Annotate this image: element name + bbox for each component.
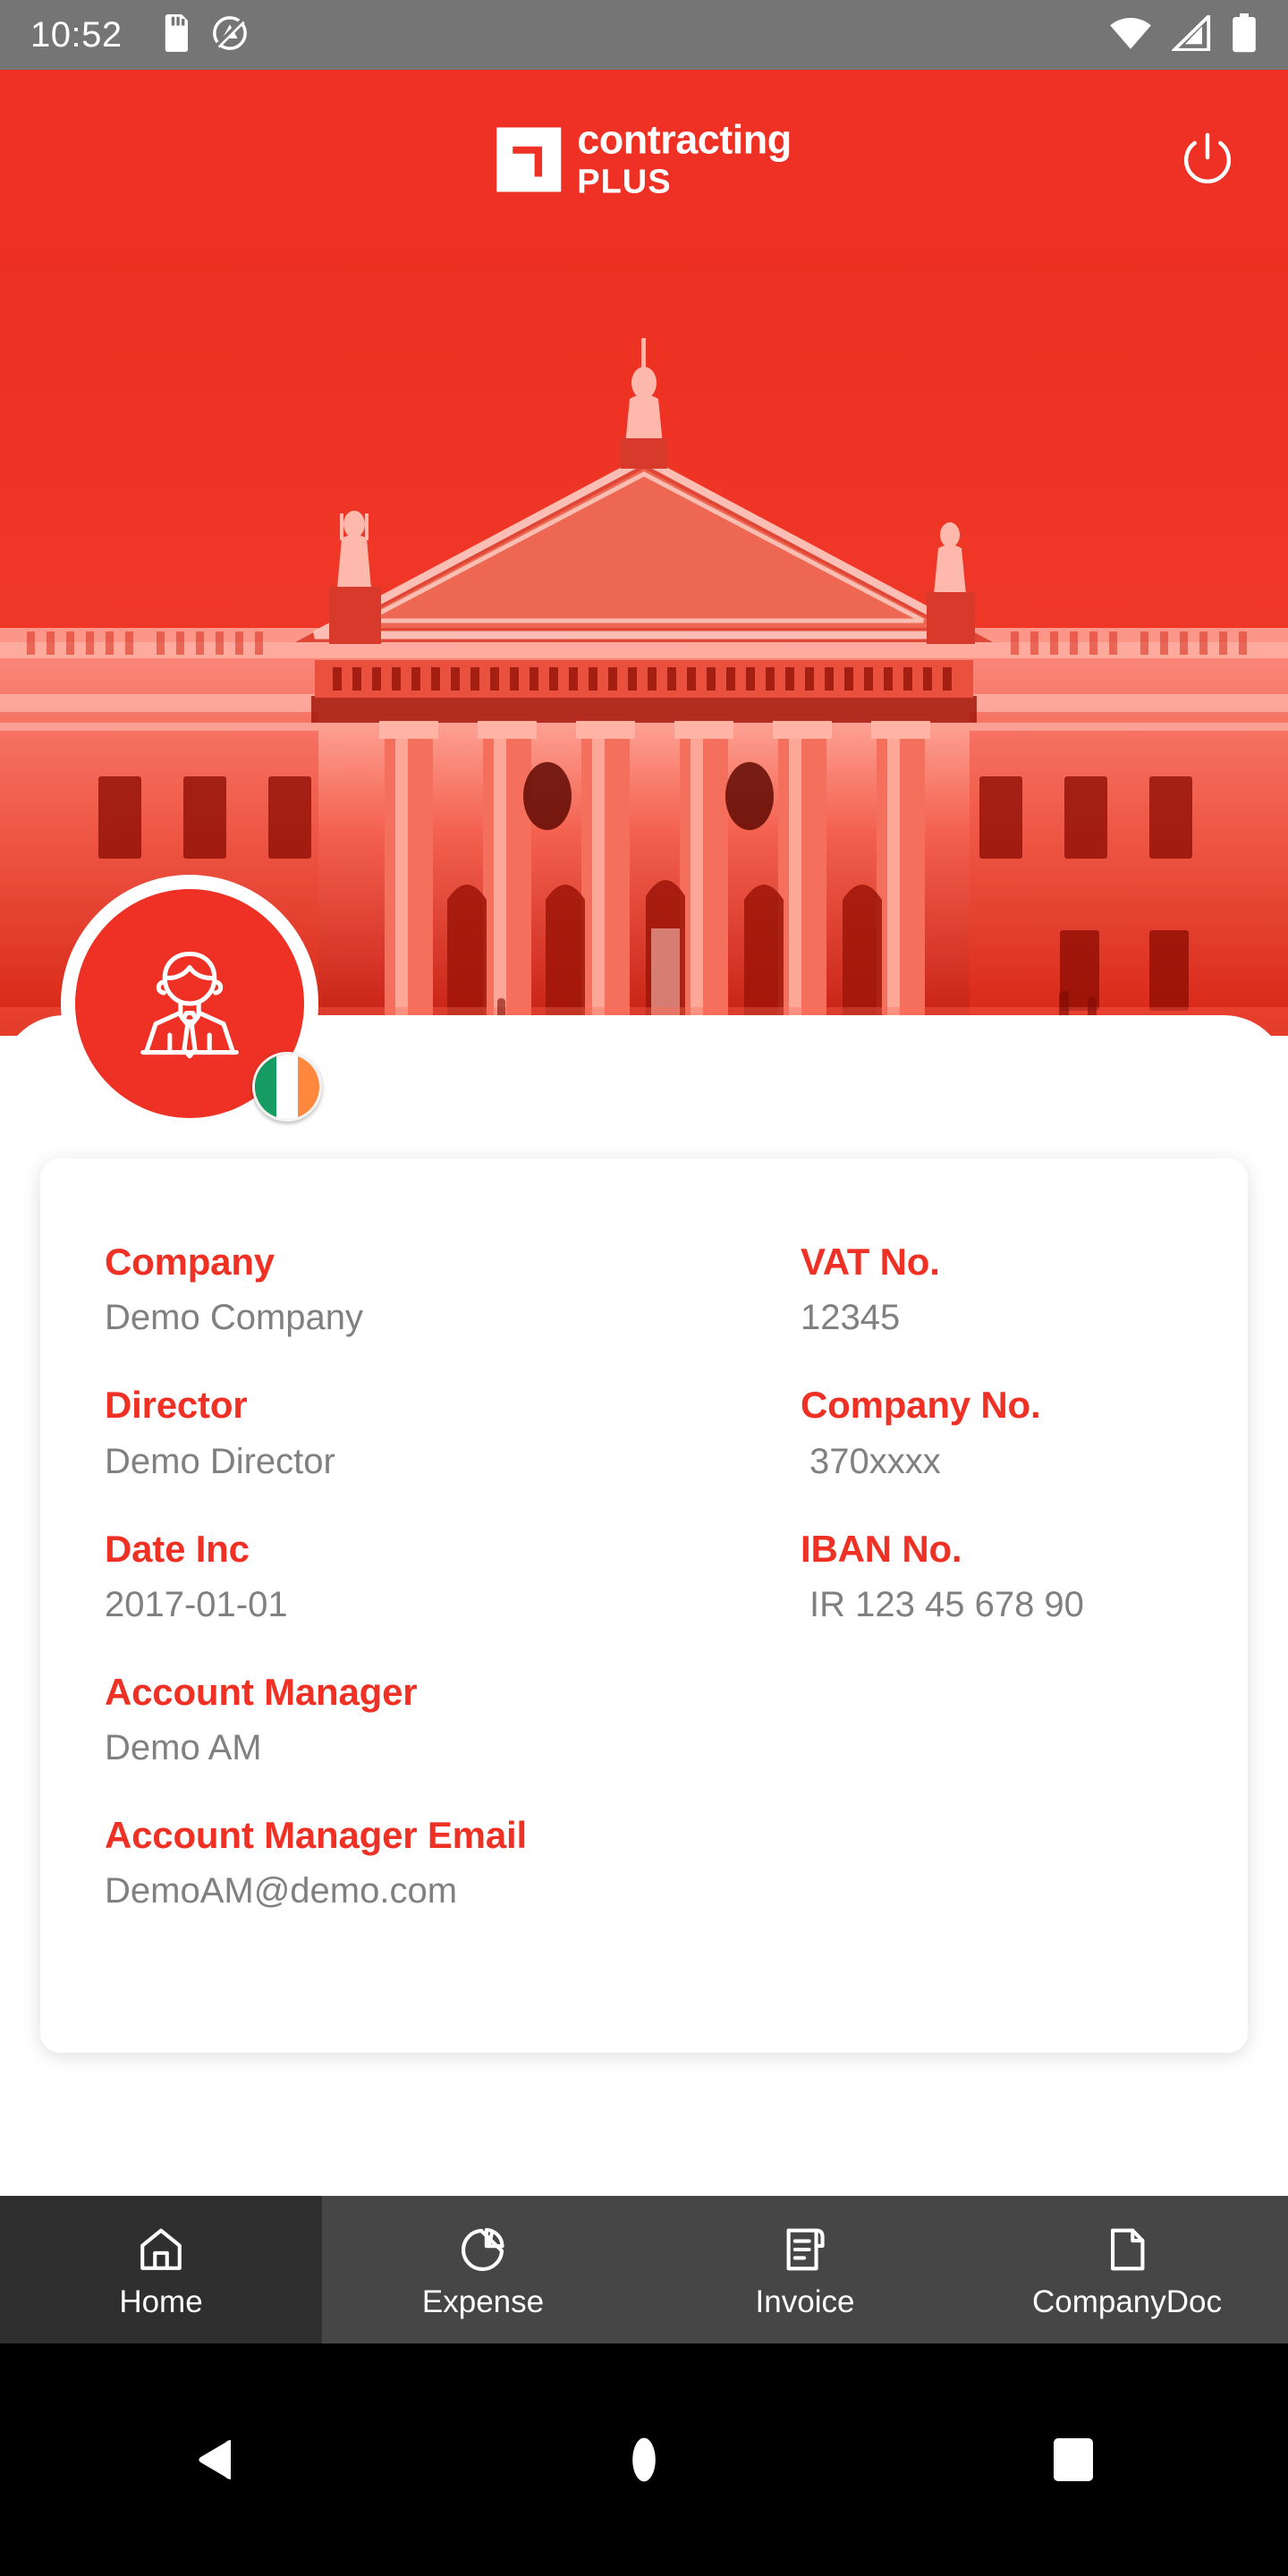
power-icon[interactable] (1174, 125, 1241, 193)
nav-label: Expense (421, 2284, 545, 2319)
back-triangle-icon[interactable] (125, 2397, 304, 2522)
contracting-plus-arrow-mark-icon (496, 127, 562, 191)
wifi-icon (1109, 16, 1152, 55)
ireland-flag-badge (252, 1052, 322, 1122)
field-value: 2017-01-01 (105, 1584, 288, 1624)
cellular-signal-icon (1170, 12, 1211, 55)
field-director: Director Demo Director (105, 1384, 783, 1482)
status-bar-right-icons (1109, 12, 1258, 57)
status-bar-clock: 10:52 (30, 15, 123, 55)
field-value: 370xxxx (809, 1441, 941, 1481)
field-label: Director (105, 1384, 248, 1427)
field-company-no: Company No. 370xxxx (801, 1384, 1248, 1482)
flag-stripe-white (276, 1055, 298, 1119)
field-value: IR 123 45 678 90 (809, 1584, 1084, 1624)
info-columns: Company Demo Company Director Demo Direc… (40, 1241, 1248, 1957)
nav-item-expense[interactable]: Expense (322, 2196, 644, 2343)
field-label: Account Manager Email (105, 1814, 527, 1857)
status-bar: 10:52 (0, 0, 1288, 70)
field-value: DemoAM@demo.com (105, 1871, 458, 1911)
info-column-right: VAT No. 12345 Company No. 370xxxx IBAN N… (783, 1241, 1248, 1957)
nav-label: CompanyDoc (1031, 2284, 1223, 2319)
flag-stripe-orange (298, 1055, 319, 1119)
nav-item-invoice[interactable]: Invoice (644, 2196, 966, 2343)
field-account-manager: Account Manager Demo AM (105, 1671, 783, 1769)
status-bar-left-icons (160, 13, 248, 56)
field-company: Company Demo Company (105, 1241, 783, 1339)
company-info-card: Company Demo Company Director Demo Direc… (40, 1158, 1248, 2053)
battery-icon (1231, 13, 1258, 57)
logo-line-two: PLUS (577, 163, 672, 201)
field-iban-no: IBAN No. IR 123 45 678 90 (801, 1528, 1248, 1626)
app-root: 10:52 contracting PLUS Company Demo Comp… (0, 0, 1288, 2576)
nav-label: Invoice (755, 2284, 855, 2319)
field-label: Account Manager (105, 1670, 418, 1713)
field-label: Company (105, 1241, 275, 1283)
nav-item-home[interactable]: Home (0, 2196, 322, 2343)
field-value: Demo AM (105, 1728, 262, 1768)
field-value: Demo Company (105, 1298, 364, 1338)
field-account-manager-email: Account Manager Email DemoAM@demo.com (105, 1814, 783, 1912)
do-not-disturb-icon (212, 15, 248, 55)
app-header: contracting PLUS (0, 70, 1288, 249)
invoice-document-icon (779, 2222, 831, 2277)
file-page-icon (1101, 2222, 1153, 2277)
home-icon (135, 2222, 187, 2277)
app-logo: contracting PLUS (496, 120, 792, 199)
field-label: Company No. (801, 1384, 1041, 1427)
pie-chart-icon (457, 2222, 509, 2277)
field-date-inc: Date Inc 2017-01-01 (105, 1528, 783, 1626)
logo-line-one: contracting (577, 116, 792, 163)
field-label: Date Inc (105, 1527, 250, 1570)
nav-label: Home (119, 2284, 203, 2319)
nav-item-companydoc[interactable]: CompanyDoc (966, 2196, 1288, 2343)
recents-square-icon[interactable] (984, 2397, 1163, 2522)
field-value: Demo Director (105, 1441, 335, 1481)
info-column-left: Company Demo Company Director Demo Direc… (40, 1241, 783, 1957)
field-label: IBAN No. (801, 1527, 962, 1570)
field-vat-no: VAT No. 12345 (801, 1241, 1248, 1339)
field-label: VAT No. (801, 1241, 940, 1283)
home-circle-icon[interactable] (555, 2397, 733, 2522)
android-system-nav (0, 2343, 1288, 2576)
field-value: 12345 (801, 1298, 901, 1338)
sd-card-icon (160, 13, 191, 56)
avatar[interactable] (61, 875, 329, 1143)
app-logo-text: contracting PLUS (577, 120, 792, 199)
bottom-navigation-bar: Home Expense Invoice CompanyDoc (0, 2196, 1288, 2343)
